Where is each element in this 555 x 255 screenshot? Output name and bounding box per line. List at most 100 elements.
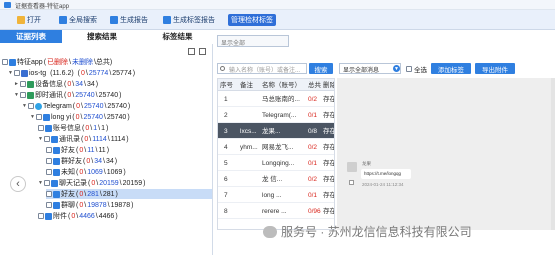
message-filter-select[interactable]: 显示全部消息 [339, 63, 401, 74]
column-header[interactable]: 序号 [220, 80, 233, 91]
message-checkbox[interactable] [349, 180, 354, 185]
column-header[interactable]: 备注 [240, 80, 253, 91]
watermark: 服务号 · 苏州龙信信息科技有限公司 [263, 223, 472, 240]
back-arrow-button[interactable]: ‹ [10, 176, 26, 192]
table-row[interactable]: 2 Telegram(... 0/1 存在 [218, 107, 334, 123]
global-search-label: 全局搜索 [69, 17, 97, 24]
folder-icon [9, 58, 16, 66]
checkbox[interactable] [14, 70, 20, 76]
table-header: 序号 备注 名称（账号） 总共 删除 [218, 79, 334, 91]
toolbar: 打开 全局搜索 生成报告 生成标签报告 管理检材标签 [0, 10, 555, 30]
tree-node-unknown[interactable]: 未知(0 \ 1069 \ 1069) [46, 167, 126, 177]
tree-node-friends[interactable]: 好友(0 \ 11 \ 11) [46, 145, 109, 155]
tree-node-attachments[interactable]: 附件(0 \ 4466 \ 4466) [38, 211, 118, 221]
user-icon [43, 113, 50, 121]
table-row[interactable]: 7 long ... 0/1 存在 [218, 187, 334, 203]
checkbox[interactable] [46, 202, 52, 208]
table-row-selected[interactable]: 3 lxcs... 龙果... 0/8 存在 [218, 123, 334, 139]
global-search-button[interactable]: 全局搜索 [56, 14, 100, 26]
manage-tags-label: 管理检材标签 [231, 17, 273, 24]
tree-node-group-members[interactable]: 群好友(0 \ 34 \ 34) [46, 156, 117, 166]
tree-node-telegram[interactable]: ▼ Telegram(0 \ 25740 \ 25740) [22, 101, 130, 111]
collapse-arrow-icon[interactable]: ▼ [8, 70, 13, 76]
tree-node-account[interactable]: 账号信息(0 \ 1 \ 1) [38, 123, 108, 133]
friend-chat-icon [53, 190, 60, 198]
export-attachments-button[interactable]: 导出附件 [475, 63, 515, 74]
search-icon [59, 16, 67, 24]
detail-panel: 显示全部 输入名称（账号）或备注... 搜索 显示全部消息 ▼ 全选 添加标签 … [213, 30, 555, 255]
tab-tag-results[interactable]: 标签结果 [142, 30, 213, 43]
collapse-arrow-icon[interactable]: ▼ [14, 92, 19, 98]
expand-all-icon[interactable] [199, 48, 206, 55]
table-row[interactable]: 4 yhm... 网易龙飞... 0/2 存在 [218, 139, 334, 155]
chevron-down-icon[interactable]: ▼ [393, 65, 400, 72]
tab-search-results[interactable]: 搜索结果 [62, 30, 142, 43]
generate-tag-report-button[interactable]: 生成标签报告 [160, 14, 218, 26]
checkbox[interactable] [44, 136, 50, 142]
manage-tags-button[interactable]: 管理检材标签 [228, 14, 276, 26]
tag-report-icon [163, 16, 171, 24]
contacts-icon [51, 135, 58, 143]
tree-node-contacts[interactable]: ▼ 通讯录(0 \ 1114 \ 1114) [38, 134, 129, 144]
open-button[interactable]: 打开 [14, 14, 44, 26]
tree-node-chats[interactable]: ▼ 聊天记录(0 \ 20159 \ 20159) [38, 178, 145, 188]
tree-node-device-ios[interactable]: ▼ ios-tg (11.6.2) (0 \ 25774 \ 25774) [8, 68, 135, 78]
search-icon [220, 66, 225, 71]
table-row[interactable]: 5 Longqing... 0/1 存在 [218, 155, 334, 171]
checkbox[interactable] [38, 213, 44, 219]
table-row[interactable]: 8 rerere ... 0/96 存在 [218, 203, 334, 219]
checkbox[interactable] [36, 114, 42, 120]
unknown-icon [53, 168, 60, 176]
tree-node-user[interactable]: ▼ long yi(0 \ 25740 \ 25740) [30, 112, 130, 122]
checkbox[interactable] [38, 125, 44, 131]
window-titlebar: 证据查看器-特征app [0, 0, 555, 10]
column-header[interactable]: 删除 [323, 80, 334, 91]
checkbox[interactable] [20, 92, 26, 98]
collapse-all-icon[interactable] [188, 48, 195, 55]
select-all-checkbox[interactable] [406, 66, 412, 72]
vertical-scrollbar[interactable] [551, 78, 555, 230]
folder-icon [17, 16, 25, 24]
info-icon [27, 80, 34, 88]
generate-report-button[interactable]: 生成报告 [107, 14, 151, 26]
checkbox[interactable] [46, 158, 52, 164]
table-row[interactable]: 1 马总账南的... 0/2 存在 [218, 91, 334, 107]
checkbox[interactable] [2, 59, 8, 65]
checkbox[interactable] [46, 147, 52, 153]
search-input[interactable]: 输入名称（账号）或备注... [217, 63, 307, 74]
select-all[interactable]: 全选 [406, 64, 427, 74]
group-chat-icon [53, 201, 60, 209]
collapse-arrow-icon[interactable]: ► [14, 81, 19, 87]
column-header[interactable]: 名称（账号） [262, 80, 306, 91]
tree-node-device-info[interactable]: ► 设备信息(0 \ 34 \ 34) [14, 79, 98, 89]
column-header[interactable]: 总共 [308, 80, 322, 91]
tab-evidence-list[interactable]: 证据列表 [0, 30, 62, 43]
message-timestamp: 2024-01-24 11:12:34 [362, 182, 404, 187]
generate-tag-report-label: 生成标签报告 [173, 17, 215, 24]
checkbox[interactable] [46, 169, 52, 175]
checkbox[interactable] [28, 103, 34, 109]
collapse-arrow-icon[interactable]: ▼ [22, 103, 27, 109]
collapse-arrow-icon[interactable]: ▼ [38, 180, 43, 186]
friend-icon [53, 146, 60, 154]
search-placeholder: 输入名称（账号）或备注... [229, 68, 301, 74]
add-tag-button[interactable]: 添加标签 [431, 63, 471, 74]
tree-node-chat-groups[interactable]: 群聊(0 \ 19878 \ 19878) [46, 200, 133, 210]
collapse-arrow-icon[interactable]: ▼ [38, 136, 43, 142]
checkbox[interactable] [20, 81, 26, 87]
table-row[interactable]: 6 龙 信... 0/2 存在 [218, 171, 334, 187]
collapse-arrow-icon[interactable]: ▼ [30, 114, 35, 120]
account-icon [45, 124, 52, 132]
tree-node-chat-friends[interactable]: 好友(0 \ 281 \ 281) [46, 189, 212, 199]
attachment-icon [45, 212, 52, 220]
node-name: 特征app [17, 59, 43, 66]
checkbox[interactable] [44, 180, 50, 186]
chat-history-icon [51, 179, 58, 187]
tree-node-root[interactable]: 特征app (已删除 \ 未删除 \总共) [2, 57, 112, 67]
message-bubble[interactable]: https://t.me/longqg [361, 169, 411, 179]
search-button[interactable]: 搜索 [309, 63, 333, 74]
chat-icon [27, 91, 34, 99]
tree-node-im[interactable]: ▼ 即时通讯(0 \ 25740 \ 25740) [14, 90, 121, 100]
display-filter-select[interactable]: 显示全部 [217, 35, 289, 47]
checkbox[interactable] [46, 191, 52, 197]
